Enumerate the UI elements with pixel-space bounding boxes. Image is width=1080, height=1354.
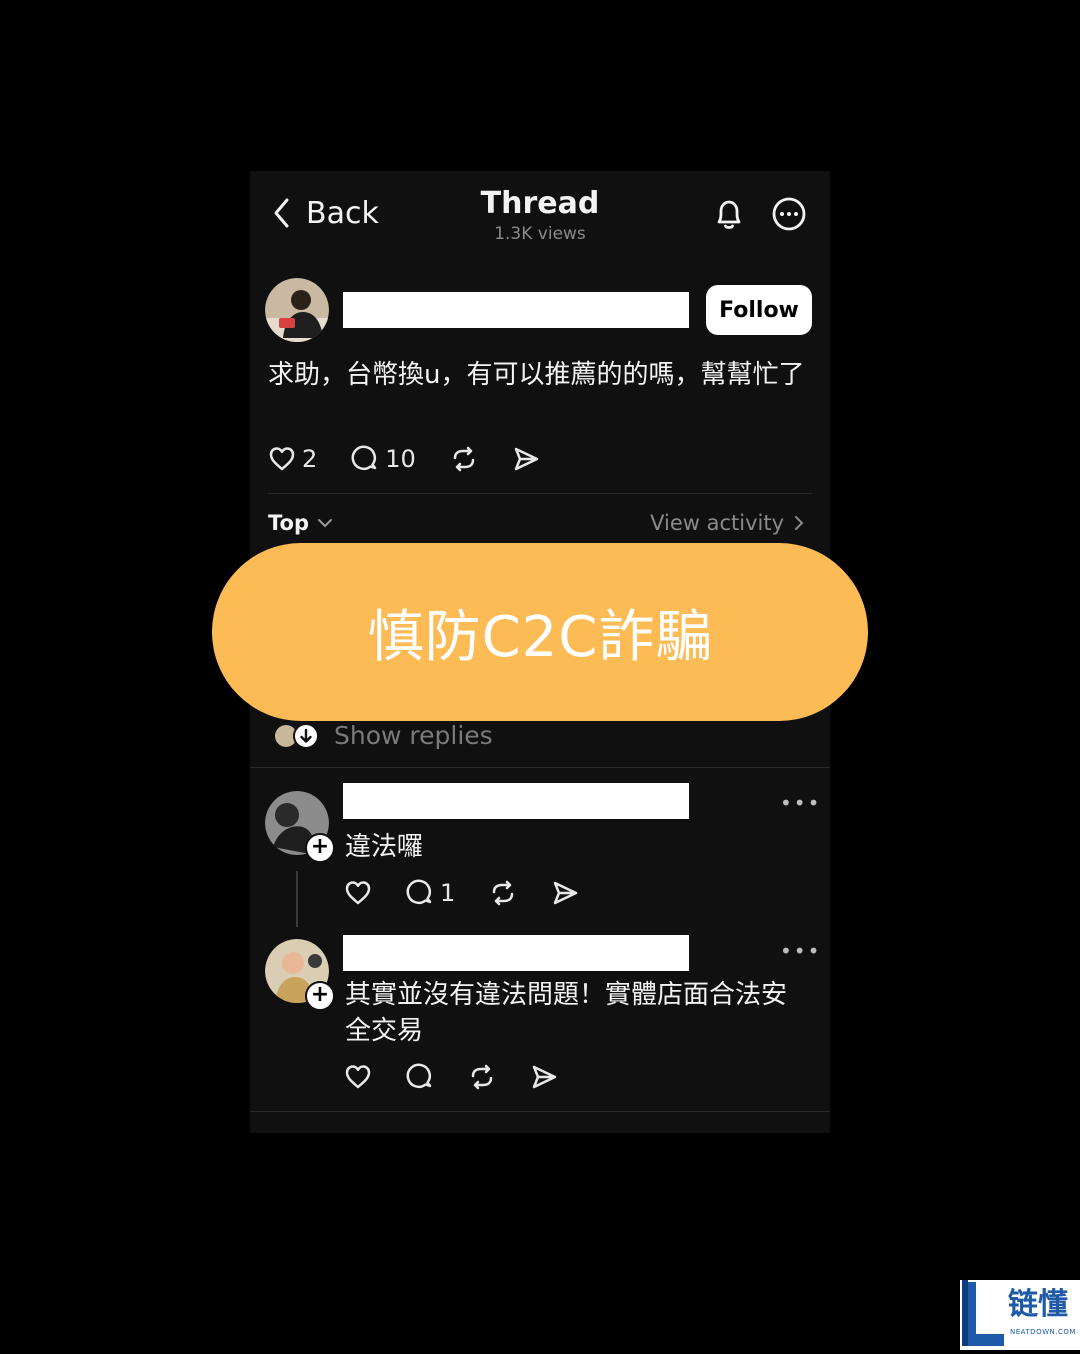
more-options-icon[interactable]: [770, 195, 808, 233]
comment-count: 1: [440, 879, 456, 907]
heart-icon[interactable]: [344, 879, 372, 907]
share-icon[interactable]: [551, 879, 579, 907]
reply-author-redacted: [343, 935, 689, 971]
reply-more-icon[interactable]: •••: [780, 939, 821, 963]
comment-icon: [406, 879, 432, 904]
reply-text: 其實並沒有違法問題！實體店面合法安全交易: [345, 980, 788, 1046]
chevron-down-icon: [318, 519, 332, 528]
repost-icon[interactable]: [450, 445, 478, 473]
sort-label: Top: [268, 511, 309, 535]
reply-author-redacted: [343, 783, 689, 819]
show-replies-label: Show replies: [334, 721, 493, 750]
reply-actions: 1: [344, 879, 579, 907]
thread-line: [296, 871, 298, 927]
post-text: 求助，台幣換u，有可以推薦的的嗎，幫幫忙了: [268, 360, 805, 390]
share-icon[interactable]: [530, 1063, 558, 1091]
view-activity-link[interactable]: View activity: [650, 511, 804, 535]
comment-icon: [351, 445, 377, 470]
post-actions: 2 10: [268, 445, 540, 473]
follow-plus-icon[interactable]: +: [305, 833, 335, 863]
warning-banner: 慎防C2C詐騙: [212, 543, 868, 721]
comment-button[interactable]: 1: [406, 879, 455, 907]
view-activity-label: View activity: [650, 511, 784, 535]
comment-count: 10: [385, 445, 416, 473]
reply-more-icon[interactable]: •••: [780, 791, 821, 815]
heart-icon: [269, 447, 295, 471]
author-name-redacted: [343, 292, 689, 328]
reply-text: 違法囉: [345, 832, 424, 862]
banner-text: 慎防C2C詐騙: [367, 604, 713, 670]
sort-dropdown[interactable]: Top: [268, 511, 333, 535]
like-count: 2: [302, 445, 318, 473]
replies-avatar-stack: [275, 722, 319, 749]
watermark-en: NEATDOWN.COM: [1010, 1328, 1076, 1336]
divider: [250, 1111, 830, 1112]
repost-icon[interactable]: [468, 1063, 496, 1091]
chevron-right-icon: [795, 516, 804, 530]
repost-icon[interactable]: [489, 879, 517, 907]
follow-plus-icon[interactable]: +: [305, 981, 335, 1011]
divider: [250, 767, 830, 768]
watermark-logo: 链懂 NEATDOWN.COM: [960, 1280, 1080, 1350]
follow-button[interactable]: Follow: [706, 285, 812, 335]
divider: [268, 493, 812, 494]
show-replies-button[interactable]: Show replies: [274, 721, 493, 750]
heart-icon[interactable]: [344, 1063, 372, 1091]
bell-icon[interactable]: [710, 195, 748, 233]
watermark-cn: 链懂: [1008, 1287, 1068, 1322]
author-avatar[interactable]: [265, 278, 329, 342]
reply-actions: [344, 1063, 558, 1091]
share-icon[interactable]: [512, 445, 540, 473]
comment-icon[interactable]: [406, 1063, 434, 1091]
like-button[interactable]: 2: [268, 445, 317, 473]
comment-button[interactable]: 10: [351, 445, 416, 473]
